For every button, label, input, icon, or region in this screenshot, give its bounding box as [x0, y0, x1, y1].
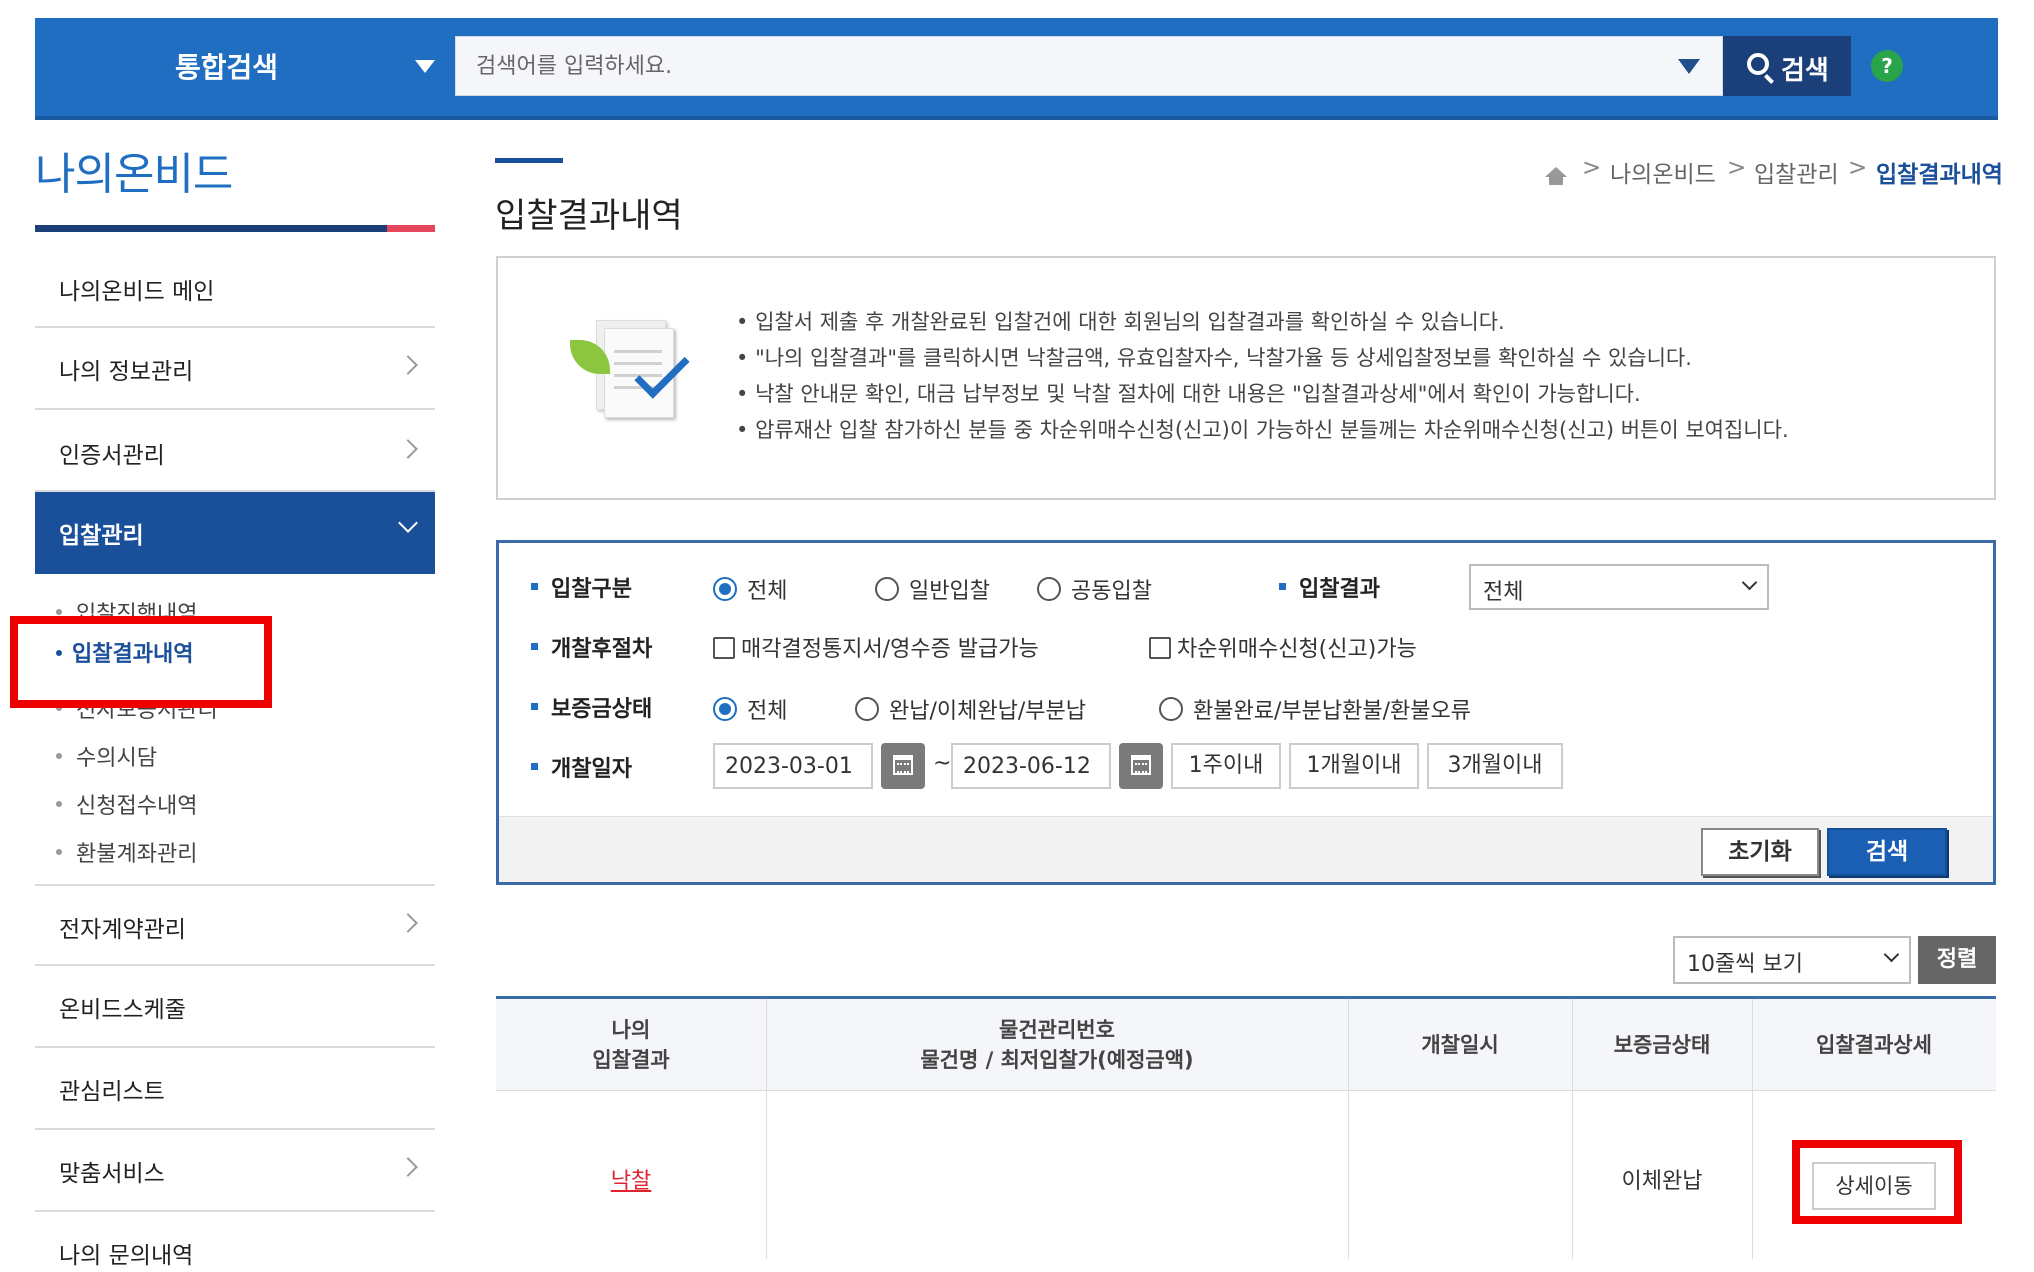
page-title: 입찰결과내역 — [495, 196, 683, 236]
column-header-detail: 입찰결과상세 — [1816, 1033, 1932, 1057]
title-accent-bar — [495, 158, 563, 163]
search-icon — [1747, 53, 1769, 75]
sidebar-title: 나의온비드 — [35, 149, 233, 200]
highlight-box-sidebar: 입찰결과내역 — [10, 616, 272, 708]
top-search-bar: 통합검색 검색 ? — [35, 18, 1998, 120]
info-line: • "나의 입찰결과"를 클릭하시면 낙찰금액, 유효입찰자수, 낙찰가율 등 … — [736, 346, 1692, 370]
breadcrumb-separator: > — [1848, 155, 1868, 181]
post-procedure-label: 개찰후절차 — [531, 631, 652, 663]
bid-result-label: 입찰결과 — [1279, 571, 1380, 603]
column-header-item: 물건관리번호 물건명 / 최저입찰가(예정금액) — [920, 1018, 1194, 1072]
sidebar-item-schedule[interactable]: 온비드스케줄 — [35, 966, 435, 1048]
column-header-my-result: 나의 입찰결과 — [592, 1018, 670, 1072]
bullet-icon — [56, 753, 62, 759]
date-separator: ~ — [933, 751, 952, 776]
chevron-right-icon — [398, 439, 418, 459]
sidebar-sub-label: 환불계좌관리 — [76, 842, 198, 867]
help-icon[interactable]: ? — [1871, 50, 1903, 82]
filter-search-button[interactable]: 검색 — [1827, 828, 1947, 876]
bullet-icon — [56, 849, 62, 855]
sort-button[interactable]: 정렬 — [1918, 936, 1996, 984]
breadcrumb-current: 입찰결과내역 — [1876, 162, 2003, 188]
chevron-down-icon — [1741, 574, 1758, 591]
chevron-right-icon — [398, 913, 418, 933]
bid-type-label: 입찰구분 — [531, 571, 632, 603]
bullet-icon — [56, 609, 62, 615]
date-from-input[interactable] — [713, 743, 873, 789]
sidebar-item-interest-list[interactable]: 관심리스트 — [35, 1048, 435, 1130]
column-header-deposit-status: 보증금상태 — [1613, 1033, 1711, 1057]
breadcrumb-separator: > — [1727, 155, 1747, 181]
document-check-icon — [570, 320, 690, 430]
chevron-right-icon — [398, 1157, 418, 1177]
column-header-open-date: 개찰일시 — [1421, 1033, 1499, 1057]
sidebar-item-certificate[interactable]: 인증서관리 — [35, 410, 435, 492]
period-1month-button[interactable]: 1개월이내 — [1289, 743, 1419, 789]
info-line: • 입찰서 제출 후 개찰완료된 입찰건에 대한 회원님의 입찰결과를 확인하실… — [736, 310, 1505, 334]
chevron-down-icon — [1883, 946, 1900, 963]
results-table: 나의 입찰결과 물건관리번호 물건명 / 최저입찰가(예정금액) 개찰일시 보증금상… — [496, 996, 1996, 1259]
per-page-select[interactable]: 10줄씩 보기 — [1673, 936, 1911, 984]
sidebar-item-e-contract[interactable]: 전자계약관리 — [35, 884, 435, 966]
search-button[interactable]: 검색 — [1723, 36, 1851, 96]
search-dropdown-icon[interactable] — [1678, 59, 1700, 74]
info-box: • 입찰서 제출 후 개찰완료된 입찰건에 대한 회원님의 입찰결과를 확인하실… — [496, 256, 1996, 500]
chevron-down-icon — [398, 513, 418, 533]
sidebar-item-inquiries[interactable]: 나의 문의내역 — [35, 1212, 435, 1272]
sidebar-item-label: 맞춤서비스 — [59, 1161, 165, 1187]
breadcrumb-separator: > — [1582, 155, 1602, 181]
highlight-box-detail — [1792, 1140, 1962, 1224]
sidebar-item-label: 나의온비드 메인 — [59, 279, 215, 305]
deposit-status-cell: 이체완납 — [1621, 1169, 1703, 1194]
bullet-icon — [56, 801, 62, 807]
sidebar-item-label: 전자계약관리 — [59, 917, 186, 943]
search-button-label: 검색 — [1781, 56, 1829, 86]
sidebar-item-bid-management[interactable]: 입찰관리 — [35, 492, 435, 574]
bid-result-select[interactable]: 전체 — [1469, 564, 1769, 610]
info-line: • 압류재산 입찰 참가하신 분들 중 차순위매수신청(신고)이 가능하신 분들… — [736, 418, 1789, 442]
deposit-status-label: 보증금상태 — [531, 691, 652, 723]
breadcrumb: > 나의온비드 > 입찰관리 > 입찰결과내역 — [1540, 155, 2003, 195]
breadcrumb-item[interactable]: 나의온비드 — [1610, 155, 1716, 189]
calendar-icon[interactable] — [881, 743, 925, 789]
chevron-down-icon — [415, 60, 435, 73]
search-scope-label: 통합검색 — [175, 51, 279, 84]
reset-button[interactable]: 초기화 — [1701, 828, 1819, 876]
sidebar-item-label: 온비드스케줄 — [59, 997, 186, 1023]
sidebar-item-label: 관심리스트 — [59, 1079, 165, 1105]
home-icon[interactable] — [1545, 167, 1567, 185]
sidebar-item-label: 인증서관리 — [59, 443, 165, 469]
search-input[interactable] — [456, 37, 1656, 95]
info-line: • 낙찰 안내문 확인, 대금 납부정보 및 낙찰 절차에 대한 내용은 "입찰… — [736, 382, 1641, 406]
calendar-icon[interactable] — [1119, 743, 1163, 789]
sidebar-sub-label: 신청접수내역 — [76, 794, 198, 819]
sidebar-item-label: 나의 정보관리 — [59, 359, 194, 385]
sidebar-sub-label: 수의시담 — [76, 746, 157, 771]
search-box — [455, 36, 1723, 96]
sidebar-title-divider — [35, 225, 435, 232]
sidebar-item-my-info[interactable]: 나의 정보관리 — [35, 328, 435, 410]
bid-result-link[interactable]: 낙찰 — [496, 1163, 766, 1195]
sidebar-item-label: 입찰관리 — [59, 523, 144, 549]
sidebar-item-main[interactable]: 나의온비드 메인 — [35, 250, 435, 328]
chevron-right-icon — [398, 355, 418, 375]
period-3months-button[interactable]: 3개월이내 — [1427, 743, 1563, 789]
search-scope-dropdown[interactable]: 통합검색 — [35, 18, 455, 116]
date-to-input[interactable] — [951, 743, 1111, 789]
open-date-label: 개찰일자 — [531, 751, 632, 783]
highlighted-sub-label: 입찰결과내역 — [72, 642, 194, 667]
sidebar-item-custom-service[interactable]: 맞춤서비스 — [35, 1130, 435, 1212]
search-filter-panel: 입찰구분 전체 일반입찰 공동입찰 입찰결과 전체 개찰후절차 매각결정통지서/… — [496, 540, 1996, 885]
sidebar-item-label: 나의 문의내역 — [59, 1243, 194, 1269]
info-list: • 입찰서 제출 후 개찰완료된 입찰건에 대한 회원님의 입찰결과를 확인하실… — [736, 304, 1789, 448]
period-1week-button[interactable]: 1주이내 — [1171, 743, 1281, 789]
breadcrumb-item[interactable]: 입찰관리 — [1754, 155, 1839, 189]
bullet-icon — [56, 650, 62, 656]
